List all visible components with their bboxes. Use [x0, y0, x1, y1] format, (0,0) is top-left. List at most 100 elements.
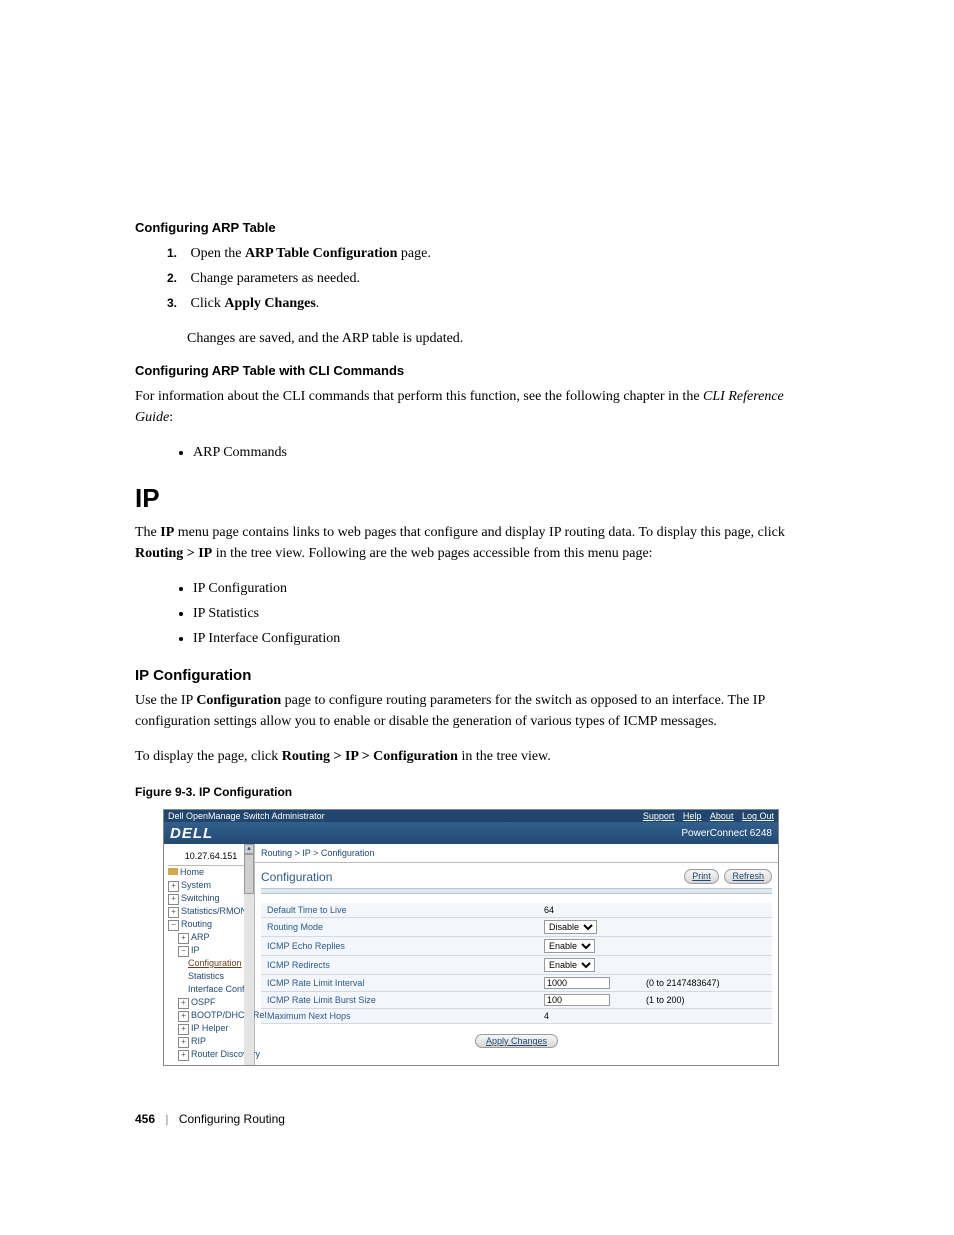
- link-help[interactable]: Help: [683, 811, 702, 821]
- step-text: Open the: [191, 246, 245, 261]
- tree-statistics[interactable]: +Statistics/RMON: [168, 905, 254, 918]
- tree-system[interactable]: +System: [168, 879, 254, 892]
- footer-separator: |: [165, 1112, 168, 1126]
- list-item: IP Interface Configuration: [193, 628, 819, 649]
- expand-icon[interactable]: +: [178, 998, 189, 1009]
- para-seg: The: [135, 525, 160, 540]
- cfg-value: [538, 975, 640, 992]
- cfg-label: Maximum Next Hops: [261, 1009, 538, 1024]
- icmp-echo-select[interactable]: Enable: [544, 939, 595, 953]
- para-text-post: :: [169, 410, 173, 425]
- cfg-label: ICMP Rate Limit Interval: [261, 975, 538, 992]
- tree-router-discovery[interactable]: +Router Discovery: [168, 1048, 254, 1061]
- link-logout[interactable]: Log Out: [742, 811, 774, 821]
- expand-icon[interactable]: +: [178, 1011, 189, 1022]
- cfg-hint: [640, 937, 772, 956]
- main-panel: Routing > IP > Configuration Configurati…: [255, 844, 778, 1065]
- panel-tabline: [261, 888, 772, 894]
- table-row: Maximum Next Hops 4: [261, 1009, 772, 1024]
- routing-mode-select[interactable]: Disable: [544, 920, 597, 934]
- apply-changes-button[interactable]: Apply Changes: [475, 1034, 558, 1048]
- tree-statistics-item[interactable]: Statistics: [168, 970, 254, 983]
- para-seg: menu page contains links to web pages th…: [174, 525, 785, 540]
- expand-icon[interactable]: +: [178, 933, 189, 944]
- para-bold: Routing > IP > Configuration: [282, 749, 458, 764]
- panel-header: Configuration Print Refresh: [255, 863, 778, 888]
- para-seg: To display the page, click: [135, 749, 282, 764]
- cfg-label: Default Time to Live: [261, 903, 538, 918]
- tree-routing[interactable]: −Routing: [168, 918, 254, 931]
- cfg-hint: (0 to 2147483647): [640, 975, 772, 992]
- refresh-button[interactable]: Refresh: [724, 869, 772, 884]
- list-item: ARP Commands: [193, 442, 819, 463]
- topbar-links: Support Help About Log Out: [637, 810, 774, 822]
- device-model: PowerConnect 6248: [681, 828, 772, 839]
- tree-switching[interactable]: +Switching: [168, 892, 254, 905]
- tree-home[interactable]: Home: [168, 866, 254, 879]
- scroll-up-icon[interactable]: ▴: [244, 844, 254, 854]
- figure-caption: Figure 9-3. IP Configuration: [135, 785, 819, 799]
- page-number: 456: [135, 1112, 155, 1126]
- table-row: ICMP Rate Limit Interval (0 to 214748364…: [261, 975, 772, 992]
- expand-icon[interactable]: +: [168, 881, 179, 892]
- expand-icon[interactable]: +: [168, 894, 179, 905]
- panel-title: Configuration: [261, 870, 332, 884]
- icmp-rate-burst-input[interactable]: [544, 994, 610, 1006]
- para-seg: Use the IP: [135, 693, 196, 708]
- tree-interface-config[interactable]: Interface Config: [168, 983, 254, 996]
- tree-arp[interactable]: +ARP: [168, 931, 254, 944]
- list-item: IP Configuration: [193, 578, 819, 599]
- cfg-label: ICMP Rate Limit Burst Size: [261, 992, 538, 1009]
- bullet-list: IP Configuration IP Statistics IP Interf…: [135, 578, 819, 649]
- para-bold: Configuration: [196, 693, 281, 708]
- step-number: 1.: [167, 244, 187, 262]
- tree-ip-address: 10.27.64.151: [168, 848, 254, 866]
- tree-bootp[interactable]: +BOOTP/DHCP Rel: [168, 1009, 254, 1022]
- expand-icon[interactable]: +: [168, 907, 179, 918]
- table-row: Default Time to Live 64: [261, 903, 772, 918]
- expand-icon[interactable]: +: [178, 1024, 189, 1035]
- config-table: Default Time to Live 64 Routing Mode Dis…: [261, 902, 772, 1024]
- expand-icon[interactable]: +: [178, 1050, 189, 1061]
- para-text: For information about the CLI commands t…: [135, 389, 703, 404]
- cfg-value: Enable: [538, 956, 640, 975]
- print-button[interactable]: Print: [684, 869, 719, 884]
- panel-buttons: Print Refresh: [681, 869, 772, 884]
- scroll-thumb[interactable]: [244, 854, 254, 894]
- tree-iphelper[interactable]: +IP Helper: [168, 1022, 254, 1035]
- cfg-hint: [640, 903, 772, 918]
- expand-icon[interactable]: +: [178, 1037, 189, 1048]
- link-support[interactable]: Support: [643, 811, 675, 821]
- step-1: 1. Open the ARP Table Configuration page…: [167, 243, 819, 264]
- screenshot-ip-configuration: Dell OpenManage Switch Administrator Sup…: [163, 809, 779, 1066]
- brand-bar: DELL PowerConnect 6248: [164, 822, 778, 844]
- cfg-hint: (1 to 200): [640, 992, 772, 1009]
- tree-ip[interactable]: −IP: [168, 944, 254, 957]
- tree-configuration[interactable]: Configuration: [168, 957, 254, 970]
- step-number: 3.: [167, 294, 187, 312]
- step-2: 2. Change parameters as needed.: [167, 268, 819, 289]
- tree-scrollbar[interactable]: ▴: [244, 844, 254, 1065]
- nav-tree[interactable]: 10.27.64.151 Home +System +Switching +St…: [164, 844, 255, 1065]
- link-about[interactable]: About: [710, 811, 734, 821]
- cfg-label: ICMP Echo Replies: [261, 937, 538, 956]
- tree-ospf[interactable]: +OSPF: [168, 996, 254, 1009]
- heading-ip: IP: [135, 483, 819, 514]
- bullet-list: ARP Commands: [135, 442, 819, 463]
- cfg-label: Routing Mode: [261, 918, 538, 937]
- cfg-hint: [640, 1009, 772, 1024]
- footer-title: Configuring Routing: [179, 1112, 285, 1126]
- table-row: Routing Mode Disable: [261, 918, 772, 937]
- step-bold: Apply Changes: [224, 296, 315, 311]
- icmp-redirects-select[interactable]: Enable: [544, 958, 595, 972]
- tree-rip[interactable]: +RIP: [168, 1035, 254, 1048]
- step-3: 3. Click Apply Changes.: [167, 293, 819, 314]
- collapse-icon[interactable]: −: [168, 920, 179, 931]
- step-result: Changes are saved, and the ARP table is …: [187, 328, 819, 349]
- step-text: Click: [191, 296, 225, 311]
- icmp-rate-interval-input[interactable]: [544, 977, 610, 989]
- collapse-icon[interactable]: −: [178, 946, 189, 957]
- body-paragraph: Use the IP Configuration page to configu…: [135, 690, 819, 732]
- cfg-value: Disable: [538, 918, 640, 937]
- para-seg: in the tree view.: [458, 749, 551, 764]
